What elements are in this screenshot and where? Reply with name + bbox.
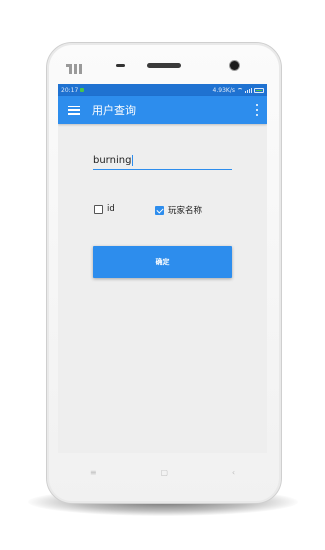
network-speed: 4.93K/s [212,86,235,94]
status-time: 20:17 [61,86,79,94]
earpiece-speaker [147,63,181,68]
option-id[interactable]: id [94,204,115,214]
menu-key-icon[interactable]: ≡ [90,468,97,477]
back-key-icon[interactable]: ‹ [232,468,235,477]
player-name-checkbox[interactable] [155,205,164,215]
page-title: 用户查询 [92,104,136,117]
search-input[interactable]: burning [93,152,232,170]
brand-logo [66,62,84,74]
signal-icon [245,87,252,93]
player-name-checkbox-label: 玩家名称 [168,206,203,216]
query-form: burning id 玩家名称 确定 [58,124,267,453]
search-input-value: burning [93,155,132,166]
notification-icon [80,88,85,92]
phone-screen: 20:17 4.93K/s 用户查询 burning id 玩家名称 确定 [58,84,267,453]
confirm-button[interactable]: 确定 [93,246,232,278]
option-player-name[interactable]: 玩家名称 [155,204,202,216]
hardware-nav-keys: ≡ ▢ ‹ [58,462,267,482]
id-checkbox[interactable] [94,204,103,214]
app-bar: 用户查询 [58,96,267,124]
hamburger-menu-icon[interactable] [68,105,80,115]
text-cursor [132,155,134,166]
sensor [116,64,125,67]
wifi-icon [237,87,243,93]
overflow-menu-icon[interactable] [255,104,259,116]
home-key-icon[interactable]: ▢ [160,468,168,477]
id-checkbox-label: id [107,204,115,214]
front-camera [230,61,239,70]
battery-icon [254,87,264,93]
status-bar: 20:17 4.93K/s [58,84,267,96]
